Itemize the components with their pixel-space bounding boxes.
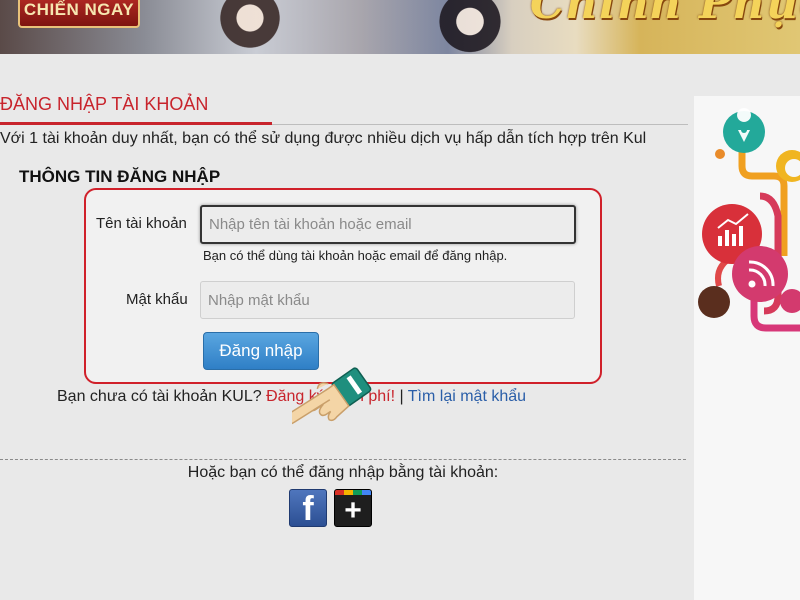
section-divider: [0, 459, 686, 460]
username-label: Tên tài khoản: [96, 215, 187, 232]
link-separator: |: [395, 388, 408, 405]
game-logo-title: Chinh Phục K: [530, 0, 800, 29]
intro-text: Với 1 tài khoản duy nhất, bạn có thể sử …: [0, 130, 647, 147]
forgot-password-link[interactable]: Tìm lại mật khẩu: [408, 388, 526, 405]
social-login-prompt: Hoặc bạn có thể đăng nhập bằng tài khoản…: [187, 464, 499, 481]
facebook-login-button[interactable]: f: [289, 489, 327, 528]
play-now-button[interactable]: CHIẾN NGAY: [18, 0, 140, 28]
login-info-heading: THÔNG TIN ĐĂNG NHẬP: [19, 167, 221, 186]
password-input[interactable]: [200, 281, 575, 319]
username-input[interactable]: [200, 205, 576, 244]
facebook-icon: f: [302, 490, 314, 528]
username-hint: Bạn có thể dùng tài khoản hoặc email để …: [203, 248, 508, 263]
banner-character-image: [415, 0, 525, 54]
password-label: Mật khẩu: [126, 291, 188, 308]
infographic-decoration: [698, 108, 800, 332]
top-banner[interactable]: CHIẾN NGAY Chinh Phục K: [0, 0, 800, 54]
title-underline: [0, 122, 272, 125]
right-decoration-panel: [694, 96, 800, 600]
google-plus-icon: +: [344, 494, 362, 527]
title-divider: [272, 124, 688, 125]
banner-character-image: [190, 0, 310, 54]
register-prompt: Bạn chưa có tài khoản KUL?: [57, 388, 267, 405]
hand-pointer-icon: [292, 367, 372, 425]
google-login-button[interactable]: +: [334, 489, 372, 527]
page-title: ĐĂNG NHẬP TÀI KHOẢN: [0, 94, 209, 114]
